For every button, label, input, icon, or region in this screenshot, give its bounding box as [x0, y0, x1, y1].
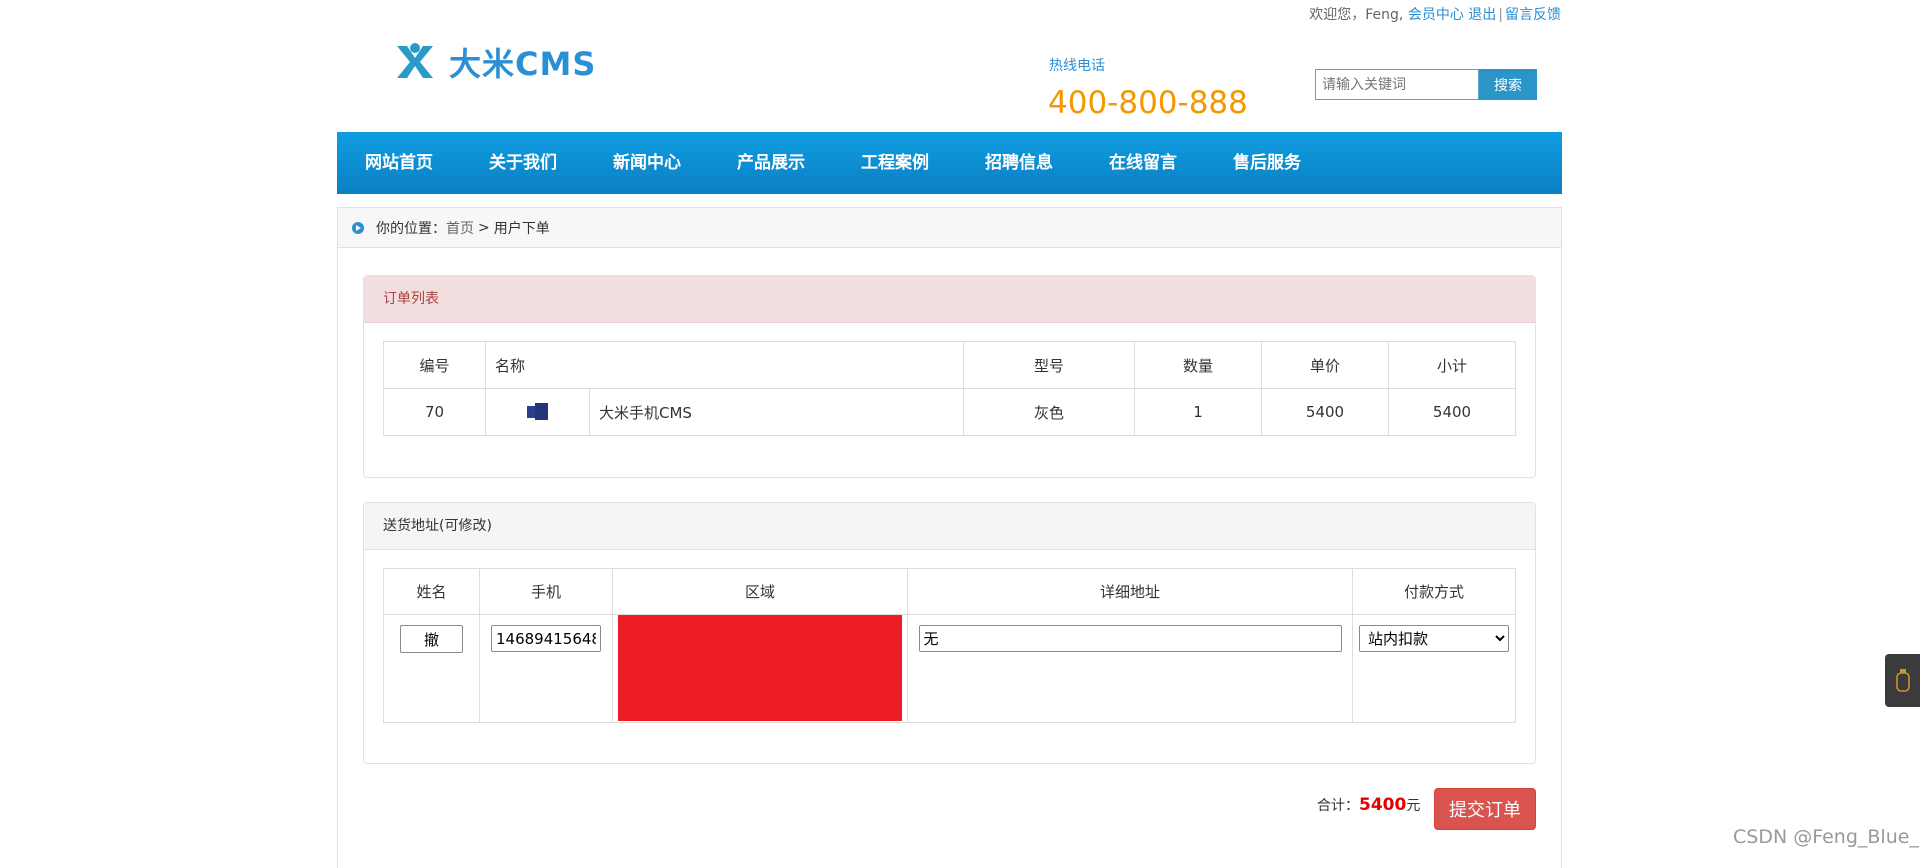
breadcrumb-prefix: 你的位置： — [376, 220, 446, 237]
payment-cell: 站内扣款 — [1352, 614, 1516, 723]
nav-item-about[interactable]: 关于我们 — [461, 132, 585, 194]
shipping-address-panel: 送货地址(可修改) 姓名 手机 区域 详细地址 付款方式 撤 146894156… — [363, 502, 1536, 764]
product-thumbnail[interactable] — [485, 388, 590, 436]
breadcrumb: 你的位置： 首页 > 用户下单 — [338, 208, 1561, 248]
payment-select[interactable]: 站内扣款 — [1359, 625, 1509, 652]
table-row: 撤 站内扣款 — [383, 614, 1516, 723]
dami-logo-icon — [397, 43, 433, 78]
order-total: 合计：5400元 — [1317, 795, 1420, 815]
product-price: 5400 — [1261, 388, 1389, 436]
detail-address-cell — [907, 614, 1353, 723]
undo-button[interactable]: 撤 — [400, 625, 463, 653]
receiver-name-cell: 撤 — [383, 614, 480, 723]
separator: | — [1498, 7, 1503, 23]
region-redacted-block[interactable] — [618, 615, 902, 721]
col-price: 单价 — [1261, 341, 1389, 389]
col-phone: 手机 — [479, 568, 613, 615]
top-user-bar: 欢迎您，Feng, 会员中心 退出 | 留言反馈 — [1309, 4, 1561, 24]
shipping-address-title: 送货地址(可修改) — [364, 503, 1535, 550]
feedback-link[interactable]: 留言反馈 — [1505, 7, 1561, 23]
product-image-icon — [526, 403, 549, 421]
nav-item-home[interactable]: 网站首页 — [337, 132, 461, 194]
submit-order-button[interactable]: 提交订单 — [1434, 788, 1536, 830]
col-receiver-name: 姓名 — [383, 568, 480, 615]
col-subtotal: 小计 — [1388, 341, 1516, 389]
nav-item-products[interactable]: 产品展示 — [709, 132, 833, 194]
col-id: 编号 — [383, 341, 486, 389]
hotline-number: 400-800-888 — [1048, 85, 1248, 121]
order-table: 编号 名称 型号 数量 单价 小计 70 大米手机CMS 灰色 1 5400 5… — [383, 341, 1516, 436]
col-detail-address: 详细地址 — [907, 568, 1353, 615]
col-qty: 数量 — [1134, 341, 1262, 389]
product-qty: 1 — [1134, 388, 1262, 436]
nav-item-jobs[interactable]: 招聘信息 — [957, 132, 1081, 194]
order-list-title: 订单列表 — [364, 276, 1535, 323]
search-box: 搜索 — [1315, 69, 1537, 100]
col-model: 型号 — [963, 341, 1135, 389]
search-button[interactable]: 搜索 — [1479, 69, 1537, 100]
main-content: 你的位置： 首页 > 用户下单 订单列表 编号 名称 型号 数量 单价 小计 7… — [337, 207, 1562, 868]
table-row: 70 大米手机CMS 灰色 1 5400 5400 — [383, 388, 1516, 436]
total-amount: 5400 — [1359, 795, 1407, 815]
order-table-header: 编号 名称 型号 数量 单价 小计 — [383, 341, 1516, 389]
breadcrumb-arrow: > — [478, 219, 490, 236]
site-logo[interactable]: 大米CMS — [393, 40, 596, 84]
nav-item-service[interactable]: 售后服务 — [1205, 132, 1329, 194]
order-list-panel: 订单列表 编号 名称 型号 数量 单价 小计 70 大米手机CMS 灰色 1 5… — [363, 275, 1536, 478]
phone-input[interactable] — [491, 625, 601, 652]
product-subtotal: 5400 — [1388, 388, 1516, 436]
total-label: 合计： — [1317, 798, 1359, 814]
address-table: 姓名 手机 区域 详细地址 付款方式 撤 146894156489 无 站内扣款 — [383, 568, 1516, 723]
breadcrumb-current: 用户下单 — [493, 220, 550, 237]
main-nav: 网站首页 关于我们 新闻中心 产品展示 工程案例 招聘信息 在线留言 售后服务 — [337, 132, 1562, 194]
total-unit: 元 — [1406, 798, 1421, 814]
region-cell — [612, 614, 908, 723]
nav-item-cases[interactable]: 工程案例 — [833, 132, 957, 194]
detail-address-input[interactable] — [918, 625, 1342, 652]
col-name: 名称 — [485, 341, 964, 389]
col-region: 区域 — [612, 568, 908, 615]
welcome-text: 欢迎您，Feng, — [1309, 7, 1404, 23]
product-model: 灰色 — [963, 388, 1135, 436]
order-id: 70 — [383, 388, 486, 436]
breadcrumb-home-link[interactable]: 首页 — [446, 218, 474, 238]
logout-link[interactable]: 退出 — [1468, 7, 1496, 23]
phone-cell — [479, 614, 613, 723]
member-center-link[interactable]: 会员中心 — [1408, 7, 1464, 23]
cup-icon — [1896, 669, 1910, 692]
nav-item-message[interactable]: 在线留言 — [1081, 132, 1205, 194]
logo-text: 大米CMS — [449, 45, 597, 83]
product-name[interactable]: 大米手机CMS — [589, 388, 964, 436]
csdn-watermark: CSDN @Feng_Blue_ — [1733, 826, 1919, 848]
hotline-label: 热线电话 — [1049, 58, 1105, 74]
side-float-widget[interactable] — [1885, 654, 1920, 707]
arrow-circle-icon — [352, 221, 364, 234]
nav-item-news[interactable]: 新闻中心 — [585, 132, 709, 194]
address-table-header: 姓名 手机 区域 详细地址 付款方式 — [383, 568, 1516, 615]
col-payment: 付款方式 — [1352, 568, 1516, 615]
search-input[interactable] — [1315, 69, 1479, 100]
